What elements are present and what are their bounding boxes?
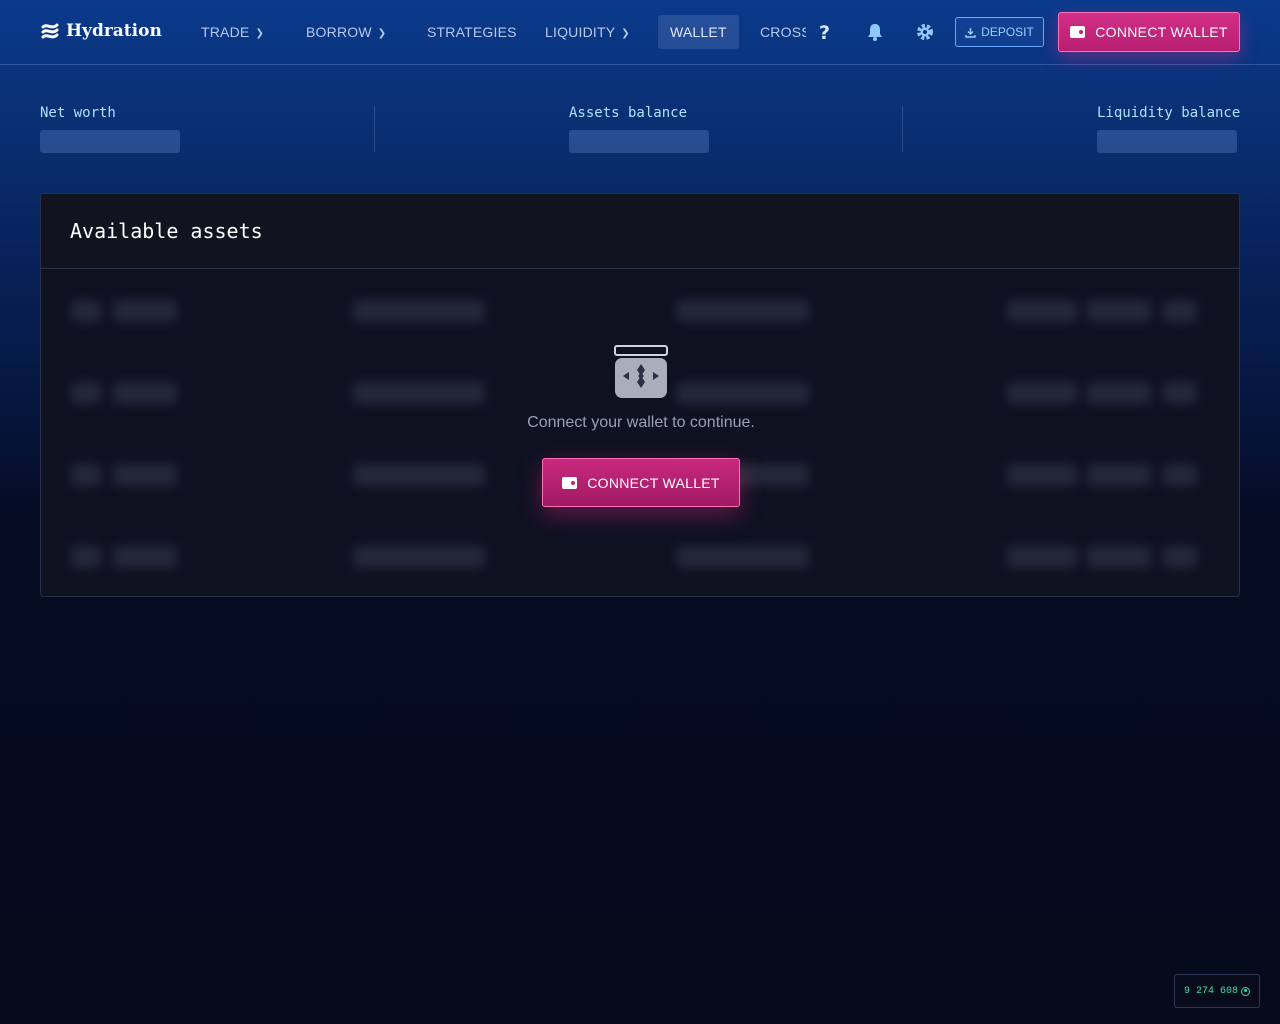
connect-wallet-label: CONNECT WALLET [587, 474, 720, 491]
nav-wallet[interactable]: WALLET [658, 15, 739, 49]
stat-divider [902, 106, 903, 152]
gear-icon[interactable] [913, 20, 937, 44]
hydration-logo[interactable]: Hydration [40, 19, 162, 43]
block-number-indicator[interactable]: 9 274 608 [1174, 974, 1260, 1008]
hydration-logo-icon [41, 23, 59, 39]
net-worth-label: Net worth [40, 105, 116, 121]
chevron-down-icon: ❯ [377, 27, 387, 39]
nav-cross[interactable]: CROSS [760, 22, 806, 42]
deposit-label: DEPOSIT [981, 25, 1034, 39]
nav-trade[interactable]: TRADE ❯ [201, 22, 264, 42]
liquidity-balance-skeleton [1097, 130, 1237, 153]
wallet-icon [1070, 26, 1086, 38]
skeleton-row [41, 290, 1239, 330]
card-header: Available assets [41, 194, 1239, 269]
nav-strategies-label: STRATEGIES [427, 24, 517, 40]
nav-borrow-label: BORROW [306, 24, 372, 40]
nav-cross-label: CROSS [760, 24, 806, 40]
assets-balance-label: Assets balance [569, 105, 688, 121]
top-header: Hydration TRADE ❯ BORROW ❯ STRATEGIES LI… [0, 0, 1280, 65]
net-worth-skeleton [40, 130, 180, 153]
connect-wallet-button[interactable]: CONNECT WALLET [542, 458, 740, 507]
available-assets-card: Available assets Connect your wallet to … [40, 193, 1240, 597]
available-assets-title: Available assets [70, 219, 263, 243]
connect-wallet-message: Connect your wallet to continue. [527, 414, 755, 431]
stat-divider [374, 106, 375, 152]
block-number: 9 274 608 [1183, 985, 1238, 997]
connect-wallet-overlay: Connect your wallet to continue. CONNECT… [41, 344, 1239, 507]
nav-strategies[interactable]: STRATEGIES [427, 22, 517, 42]
bell-icon[interactable] [863, 20, 887, 44]
assets-balance-skeleton [569, 130, 709, 153]
help-icon[interactable]: ? [813, 20, 837, 44]
wallet-illustration-icon [614, 345, 668, 398]
download-icon [965, 27, 976, 38]
status-dot-icon [1241, 986, 1250, 996]
connect-wallet-header-label: CONNECT WALLET [1095, 24, 1228, 40]
logo-text: Hydration [66, 21, 162, 41]
svg-text:?: ? [819, 22, 830, 42]
chevron-down-icon: ❯ [621, 27, 630, 39]
nav-liquidity-label: LIQUIDITY [545, 24, 616, 40]
skeleton-row [41, 536, 1239, 576]
wallet-icon [562, 476, 578, 489]
deposit-button[interactable]: DEPOSIT [955, 17, 1044, 47]
nav-borrow[interactable]: BORROW ❯ [306, 22, 386, 42]
chevron-down-icon: ❯ [255, 27, 265, 39]
connect-wallet-header-button[interactable]: CONNECT WALLET [1058, 12, 1240, 52]
nav-liquidity[interactable]: LIQUIDITY ❯ [545, 22, 630, 42]
nav-wallet-label: WALLET [670, 24, 727, 40]
liquidity-balance-label: Liquidity balance [1097, 105, 1241, 121]
nav-trade-label: TRADE [201, 24, 250, 40]
